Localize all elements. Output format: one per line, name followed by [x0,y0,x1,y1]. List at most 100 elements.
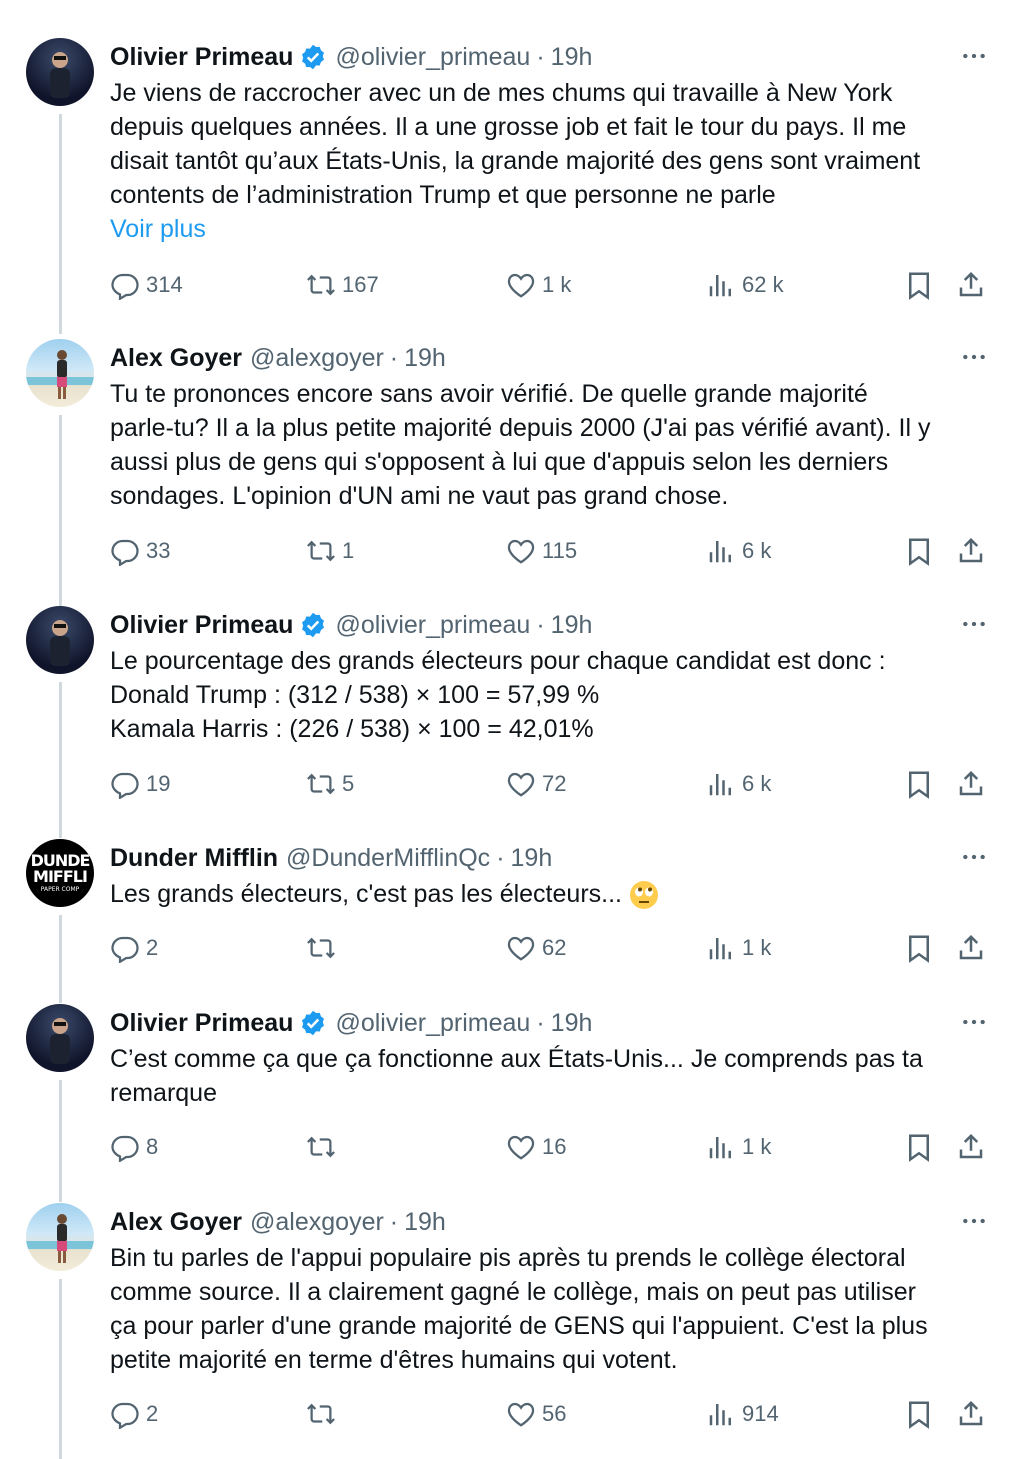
reply-button[interactable]: 2 [110,931,158,965]
text-line: Je viens de raccrocher avec un de mes ch… [110,79,893,107]
share-button[interactable] [956,534,992,568]
like-count: 56 [542,1401,567,1426]
author-name[interactable]: Olivier Primeau [110,43,293,72]
retweet-button[interactable] [306,1130,342,1164]
retweet-count: 1 [342,538,355,563]
bookmark-button[interactable] [904,534,940,568]
author-handle[interactable]: @olivier_primeau [335,611,530,640]
timestamp[interactable]: 19h [551,1009,593,1038]
more-options-icon[interactable] [960,343,988,371]
retweet-button[interactable]: 5 [306,767,354,801]
reply-button[interactable]: 8 [110,1130,158,1164]
retweet-button[interactable]: 1 [306,534,354,568]
retweet-button[interactable]: 167 [306,268,379,302]
author-handle[interactable]: @DunderMifflinQc [286,844,490,873]
author-name[interactable]: Alex Goyer [110,1208,242,1237]
views-button[interactable]: 1 k [706,1130,771,1164]
more-options-icon[interactable] [960,1207,988,1235]
timestamp[interactable]: 19h [551,43,593,72]
avatar[interactable] [26,1004,94,1072]
view-count: 914 [742,1401,779,1426]
retweet-button[interactable] [306,931,342,965]
bookmark-button[interactable] [904,1130,940,1164]
view-count: 62 k [742,272,784,297]
avatar-logo-text: MIFFLI [33,867,88,886]
avatar[interactable]: DUNDE MIFFLI PAPER COMP [26,839,94,907]
reply-button[interactable]: 33 [110,534,170,568]
author-handle[interactable]: @olivier_primeau [335,1009,530,1038]
like-button[interactable]: 72 [506,767,566,801]
author-name[interactable]: Olivier Primeau [110,1009,293,1038]
like-button[interactable]: 56 [506,1397,566,1431]
reply-count: 314 [146,272,183,297]
reply-button[interactable]: 2 [110,1397,158,1431]
heart-icon [506,1132,536,1162]
bookmark-button[interactable] [904,268,940,302]
share-button[interactable] [956,1130,992,1164]
like-button[interactable]: 115 [506,534,577,568]
bookmark-button[interactable] [904,1397,940,1431]
like-button[interactable]: 16 [506,1130,566,1164]
text-line: remarque [110,1079,217,1107]
avatar[interactable] [26,1203,94,1271]
text-line: comme source. Il a clairement gagné le c… [110,1278,916,1306]
reply-icon [110,536,140,566]
more-options-icon[interactable] [960,1008,988,1036]
views-button[interactable]: 62 k [706,268,784,302]
like-count: 62 [542,935,567,960]
bookmark-button[interactable] [904,931,940,965]
author-name[interactable]: Dunder Mifflin [110,844,278,873]
text-line: Kamala Harris : (226 / 538) × 100 = 42,0… [110,715,594,743]
reply-button[interactable]: 314 [110,268,183,302]
more-options-icon[interactable] [960,610,988,638]
tweet-text: Tu te prononces encore sans avoir vérifi… [110,377,995,513]
heart-icon [506,769,536,799]
bookmark-button[interactable] [904,767,940,801]
author-name[interactable]: Alex Goyer [110,344,242,373]
bookmark-icon [904,769,934,799]
text-line: parle-tu? Il a la plus petite majorité d… [110,414,931,442]
share-icon [956,1399,986,1429]
author-handle[interactable]: @alexgoyer [250,1208,384,1237]
views-button[interactable]: 6 k [706,534,771,568]
reply-button[interactable]: 19 [110,767,170,801]
avatar[interactable] [26,339,94,407]
avatar[interactable] [26,38,94,106]
views-button[interactable]: 6 k [706,767,771,801]
avatar[interactable] [26,606,94,674]
share-icon [956,933,986,963]
like-button[interactable]: 62 [506,931,566,965]
text-line: Bin tu parles de l'appui populaire pis a… [110,1244,906,1272]
share-button[interactable] [956,767,992,801]
separator-dot: · [389,343,399,372]
text-line: Donald Trump : (312 / 538) × 100 = 57,99… [110,681,600,709]
text-line: Les grands électeurs, c'est pas les élec… [110,880,622,908]
reply-count: 2 [146,935,159,960]
author-name[interactable]: Olivier Primeau [110,611,293,640]
show-more-link[interactable]: Voir plus [110,212,995,246]
share-button[interactable] [956,931,992,965]
timestamp[interactable]: 19h [404,1208,446,1237]
more-options-icon[interactable] [960,42,988,70]
views-button[interactable]: 914 [706,1397,779,1431]
heart-icon [506,1399,536,1429]
author-handle[interactable]: @olivier_primeau [335,43,530,72]
reply-icon [110,270,140,300]
share-button[interactable] [956,1397,992,1431]
verified-badge-icon [299,43,327,71]
tweet-text: Bin tu parles de l'appui populaire pis a… [110,1241,995,1377]
author-handle[interactable]: @alexgoyer [250,344,384,373]
like-button[interactable]: 1 k [506,268,571,302]
bookmark-icon [904,1132,934,1162]
timestamp[interactable]: 19h [551,611,593,640]
text-line: Le pourcentage des grands électeurs pour… [110,647,886,675]
tweet-text: C’est comme ça que ça fonctionne aux Éta… [110,1042,995,1110]
retweet-button[interactable] [306,1397,342,1431]
share-button[interactable] [956,268,992,302]
timestamp[interactable]: 19h [511,844,553,873]
retweet-icon [306,933,336,963]
views-button[interactable]: 1 k [706,931,771,965]
view-count: 1 k [742,1134,772,1159]
timestamp[interactable]: 19h [404,344,446,373]
more-options-icon[interactable] [960,843,988,871]
